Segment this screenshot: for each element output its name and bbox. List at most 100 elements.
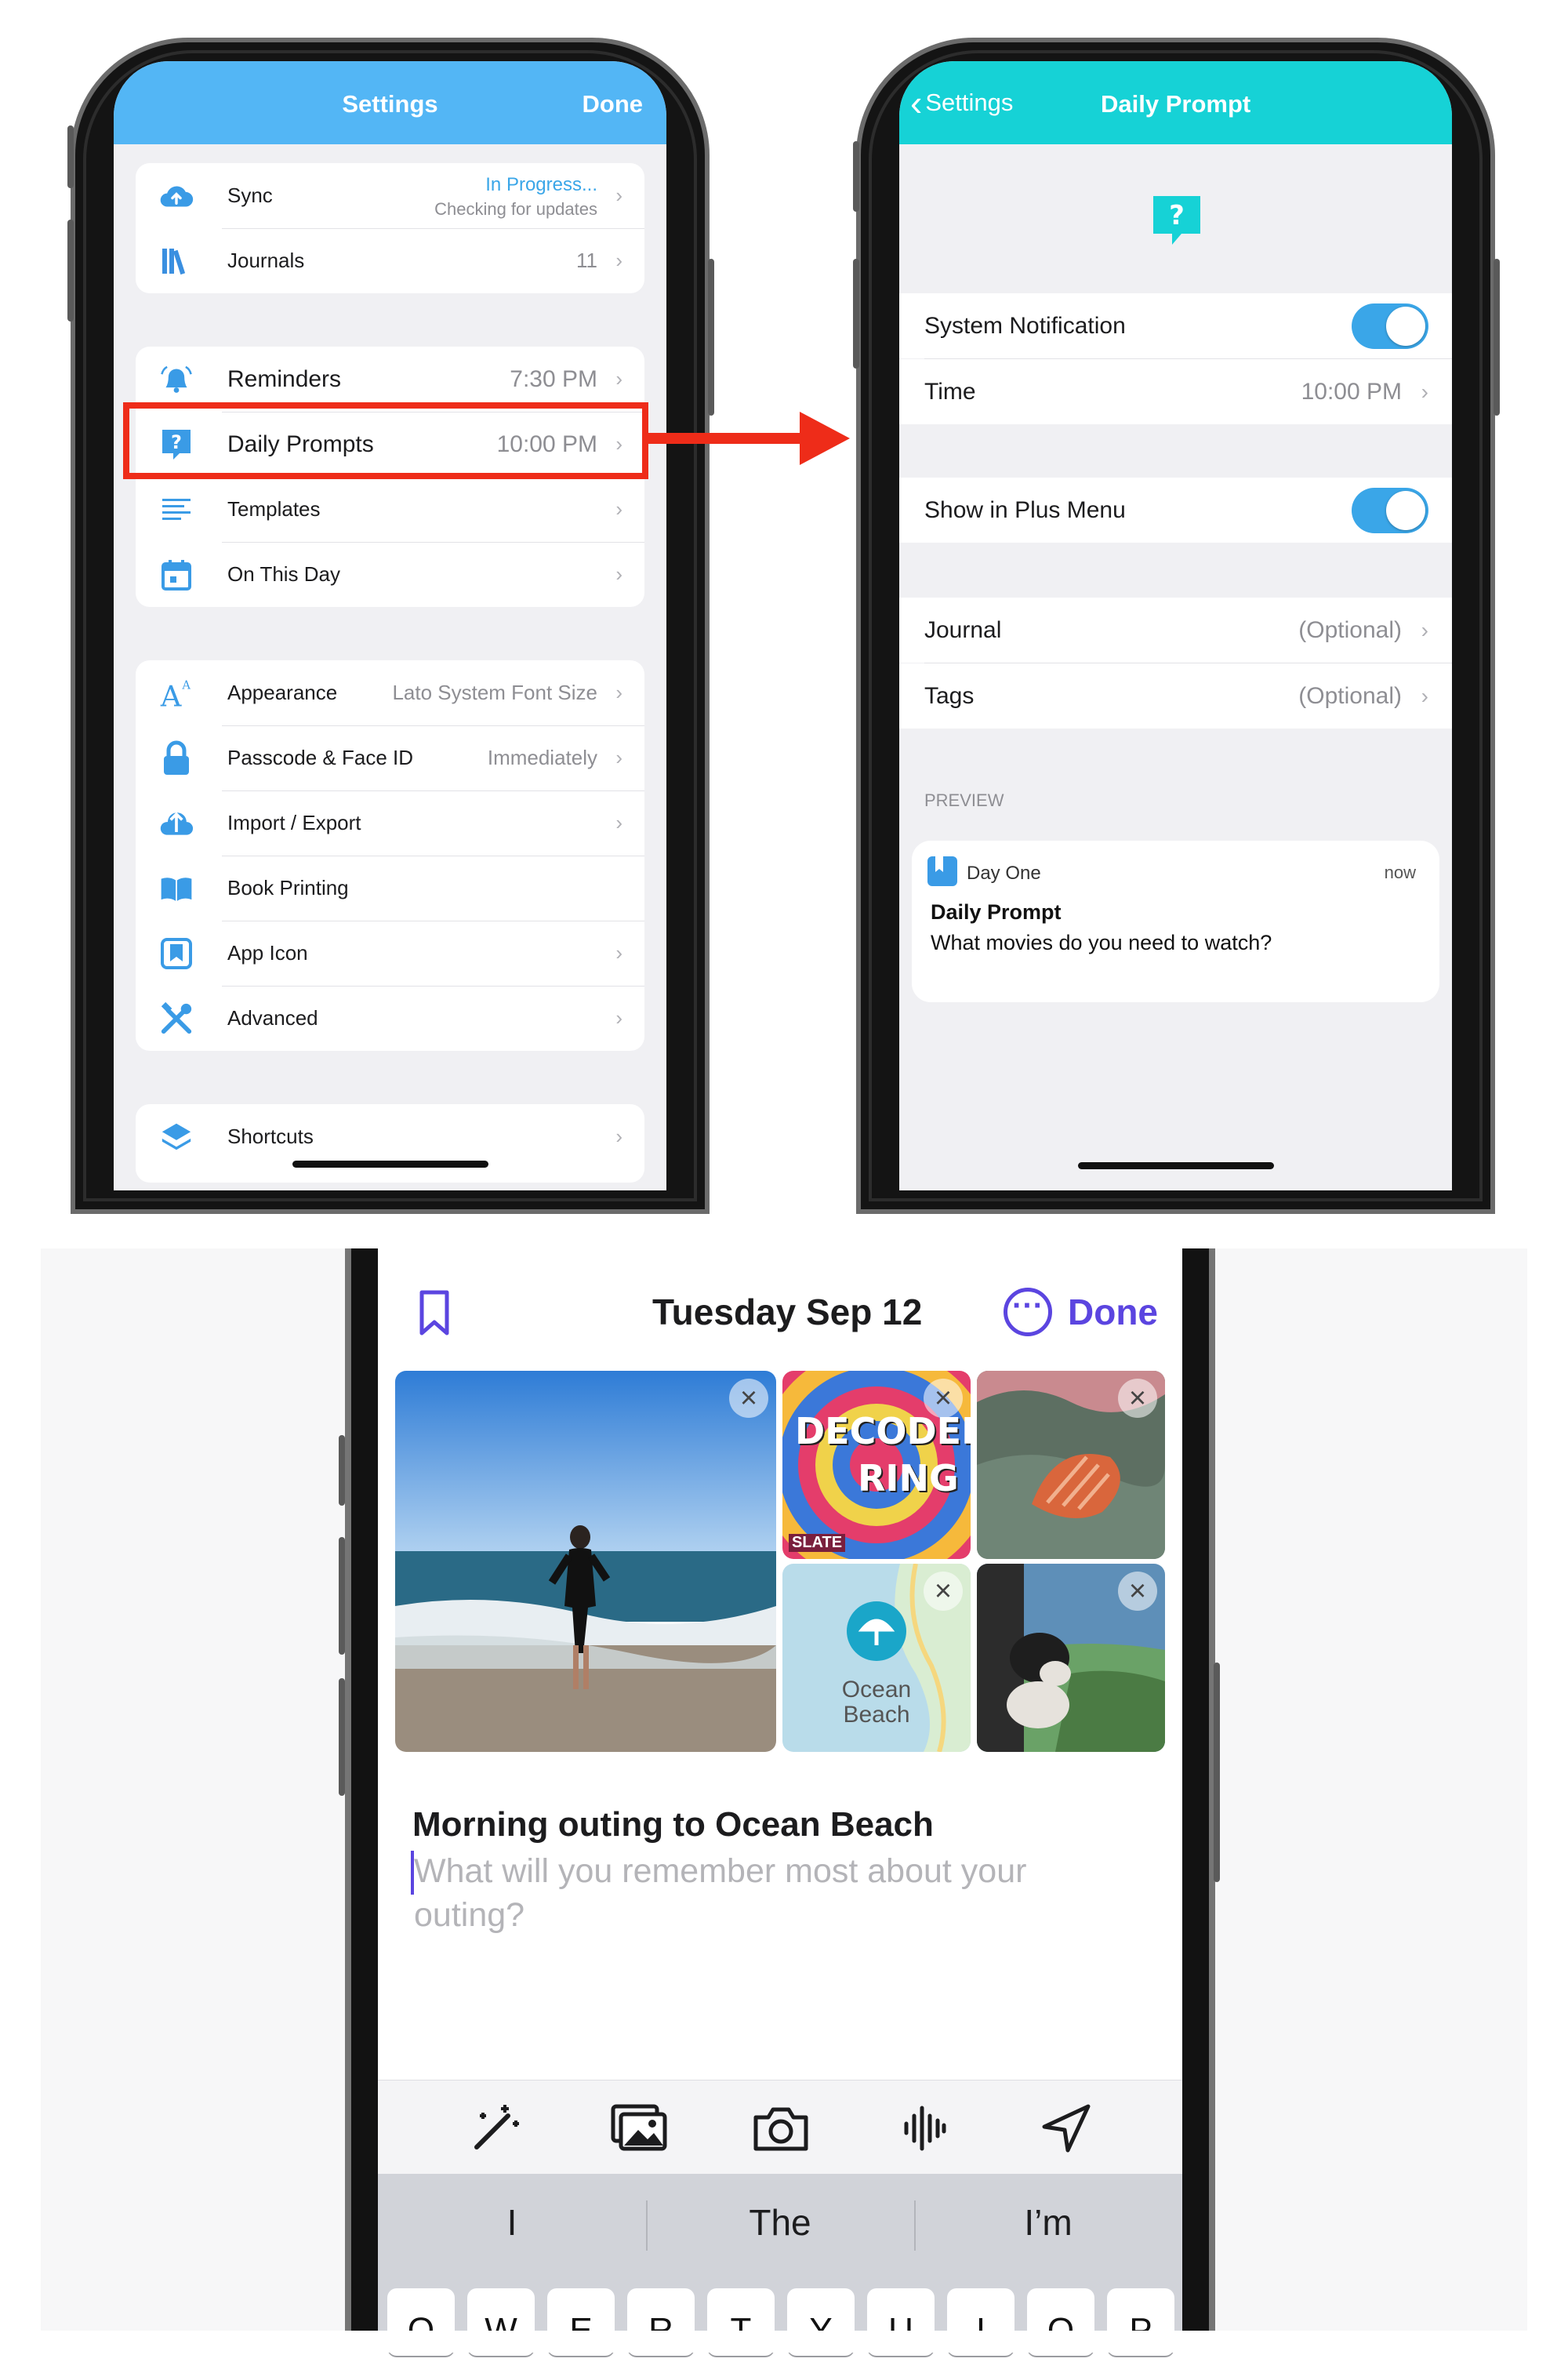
chevron-right-icon: ›: [615, 562, 622, 586]
settings-row-value: Lato System Font Size: [392, 681, 597, 704]
settings-row-templates[interactable]: Templates ›: [136, 477, 644, 542]
suggestion-item[interactable]: I’m: [914, 2201, 1182, 2244]
location-arrow-icon[interactable]: [1035, 2097, 1098, 2164]
side-button: [853, 259, 859, 369]
remove-photo-icon[interactable]: ×: [1118, 1572, 1157, 1611]
day-one-app-icon: [927, 856, 957, 890]
side-button: [1214, 1663, 1220, 1882]
location-map-photo[interactable]: Ocean Beach ×: [782, 1564, 971, 1752]
settings-row-journals[interactable]: Journals 11 ›: [136, 228, 644, 293]
system-notification-toggle[interactable]: [1352, 303, 1428, 349]
chevron-right-icon: ›: [615, 811, 622, 834]
settings-row-label: Journals: [227, 249, 305, 272]
settings-row-label: Appearance: [227, 681, 338, 704]
entry-date[interactable]: Tuesday Sep 12: [652, 1291, 922, 1333]
suggestion-item[interactable]: The: [646, 2201, 914, 2244]
settings-row-label: App Icon: [227, 941, 308, 965]
side-button: [67, 220, 74, 322]
settings-row-label: On This Day: [227, 562, 341, 586]
chevron-right-icon: ›: [615, 367, 622, 391]
settings-row-sync[interactable]: Sync In Progress... Checking for updates…: [136, 163, 644, 228]
beach-photo[interactable]: ×: [395, 1371, 776, 1752]
settings-row-advanced[interactable]: Advanced ›: [136, 986, 644, 1051]
journal-label: Journal: [924, 616, 1002, 643]
entry-body-input[interactable]: What will you remember most about your o…: [414, 1849, 1104, 1937]
preview-app-name: Day One: [967, 863, 1041, 884]
settings-row-value: 7:30 PM: [510, 365, 597, 392]
show-in-plus-row: Show in Plus Menu: [899, 478, 1452, 543]
audio-waveform-icon[interactable]: [892, 2097, 955, 2164]
settings-row-book-printing[interactable]: Book Printing: [136, 856, 644, 921]
book-icon: [159, 871, 194, 906]
back-button[interactable]: ‹ Settings: [910, 85, 1013, 121]
settings-row-label: Advanced: [227, 1006, 318, 1030]
side-button: [339, 1435, 345, 1506]
settings-row-label: Shortcuts: [227, 1125, 314, 1148]
entry-title[interactable]: Morning outing to Ocean Beach: [412, 1805, 934, 1844]
settings-row-label: Import / Export: [227, 811, 361, 834]
camera-icon[interactable]: [750, 2097, 812, 2164]
settings-row-value: 11: [576, 249, 597, 272]
remove-photo-icon[interactable]: ×: [924, 1379, 963, 1418]
settings-row-on-this-day[interactable]: On This Day ›: [136, 542, 644, 607]
dog-photo[interactable]: ×: [977, 1564, 1165, 1752]
sync-detail: Checking for updates: [434, 199, 597, 219]
general-group: AA Appearance Lato System Font Size › Pa…: [136, 660, 644, 1051]
chevron-right-icon: ›: [615, 1125, 622, 1148]
daily-prompt-icon: ?: [1150, 193, 1203, 253]
podcast-artwork-photo[interactable]: DECODER RING SLATE ×: [782, 1371, 971, 1559]
suggestion-item[interactable]: I: [378, 2201, 646, 2244]
remove-photo-icon[interactable]: ×: [1118, 1379, 1157, 1418]
preview-title: Daily Prompt: [931, 900, 1062, 924]
shortcuts-icon: [159, 1120, 194, 1154]
import-export-icon: [159, 806, 194, 841]
shortcuts-group: Shortcuts ›: [136, 1104, 644, 1183]
chevron-right-icon: ›: [615, 681, 622, 704]
show-in-plus-toggle[interactable]: [1352, 487, 1428, 533]
chevron-right-icon: ›: [615, 249, 622, 272]
sync-group: Sync In Progress... Checking for updates…: [136, 163, 644, 293]
remove-photo-icon[interactable]: ×: [924, 1572, 963, 1611]
settings-row-appearance[interactable]: AA Appearance Lato System Font Size ›: [136, 660, 644, 725]
settings-row-passcode[interactable]: Passcode & Face ID Immediately ›: [136, 725, 644, 790]
journal-row[interactable]: Journal (Optional) ›: [899, 598, 1452, 663]
home-indicator: [1078, 1162, 1274, 1169]
seashell-photo[interactable]: ×: [977, 1371, 1165, 1559]
settings-screen: Settings Done Sync In Progress... Checki…: [114, 61, 666, 1190]
lines-icon: [159, 492, 194, 527]
arrow-shaft: [648, 433, 805, 444]
chevron-right-icon: ›: [615, 497, 622, 521]
time-label: Time: [924, 378, 976, 405]
settings-row-app-icon[interactable]: App Icon ›: [136, 921, 644, 986]
more-options-icon[interactable]: ···: [1004, 1288, 1052, 1336]
bookmark-square-icon: [159, 936, 194, 971]
lock-icon: [159, 740, 194, 776]
system-notification-row: System Notification: [899, 293, 1452, 358]
bell-icon: [159, 362, 194, 397]
bookmark-icon[interactable]: [417, 1289, 452, 1342]
tags-label: Tags: [924, 682, 975, 709]
svg-text:?: ?: [1169, 200, 1185, 231]
journal-value: (Optional): [1298, 616, 1402, 643]
settings-row-shortcuts[interactable]: Shortcuts ›: [136, 1104, 644, 1169]
done-button[interactable]: Done: [1068, 1291, 1158, 1333]
daily-prompts-highlight: [123, 402, 648, 479]
tags-row[interactable]: Tags (Optional) ›: [899, 663, 1452, 729]
notification-preview-card: Day One now Daily Prompt What movies do …: [912, 841, 1439, 1002]
show-in-plus-label: Show in Plus Menu: [924, 496, 1126, 523]
tools-icon: [159, 1001, 194, 1036]
side-button: [339, 1537, 345, 1655]
settings-row-label: Passcode & Face ID: [227, 746, 413, 769]
entry-screen: Tuesday Sep 12 ··· Done × DECODER RING S…: [378, 1248, 1182, 2331]
svg-text:A: A: [160, 680, 182, 711]
side-button: [67, 125, 74, 188]
done-button[interactable]: Done: [583, 90, 644, 118]
back-label: Settings: [925, 89, 1014, 116]
system-notification-label: System Notification: [924, 312, 1126, 339]
magic-wand-icon[interactable]: [464, 2097, 527, 2164]
time-row[interactable]: Time 10:00 PM ›: [899, 359, 1452, 424]
settings-row-value: Immediately: [487, 746, 597, 769]
photo-library-icon[interactable]: [607, 2097, 670, 2164]
settings-row-import-export[interactable]: Import / Export ›: [136, 790, 644, 856]
remove-photo-icon[interactable]: ×: [729, 1379, 768, 1418]
